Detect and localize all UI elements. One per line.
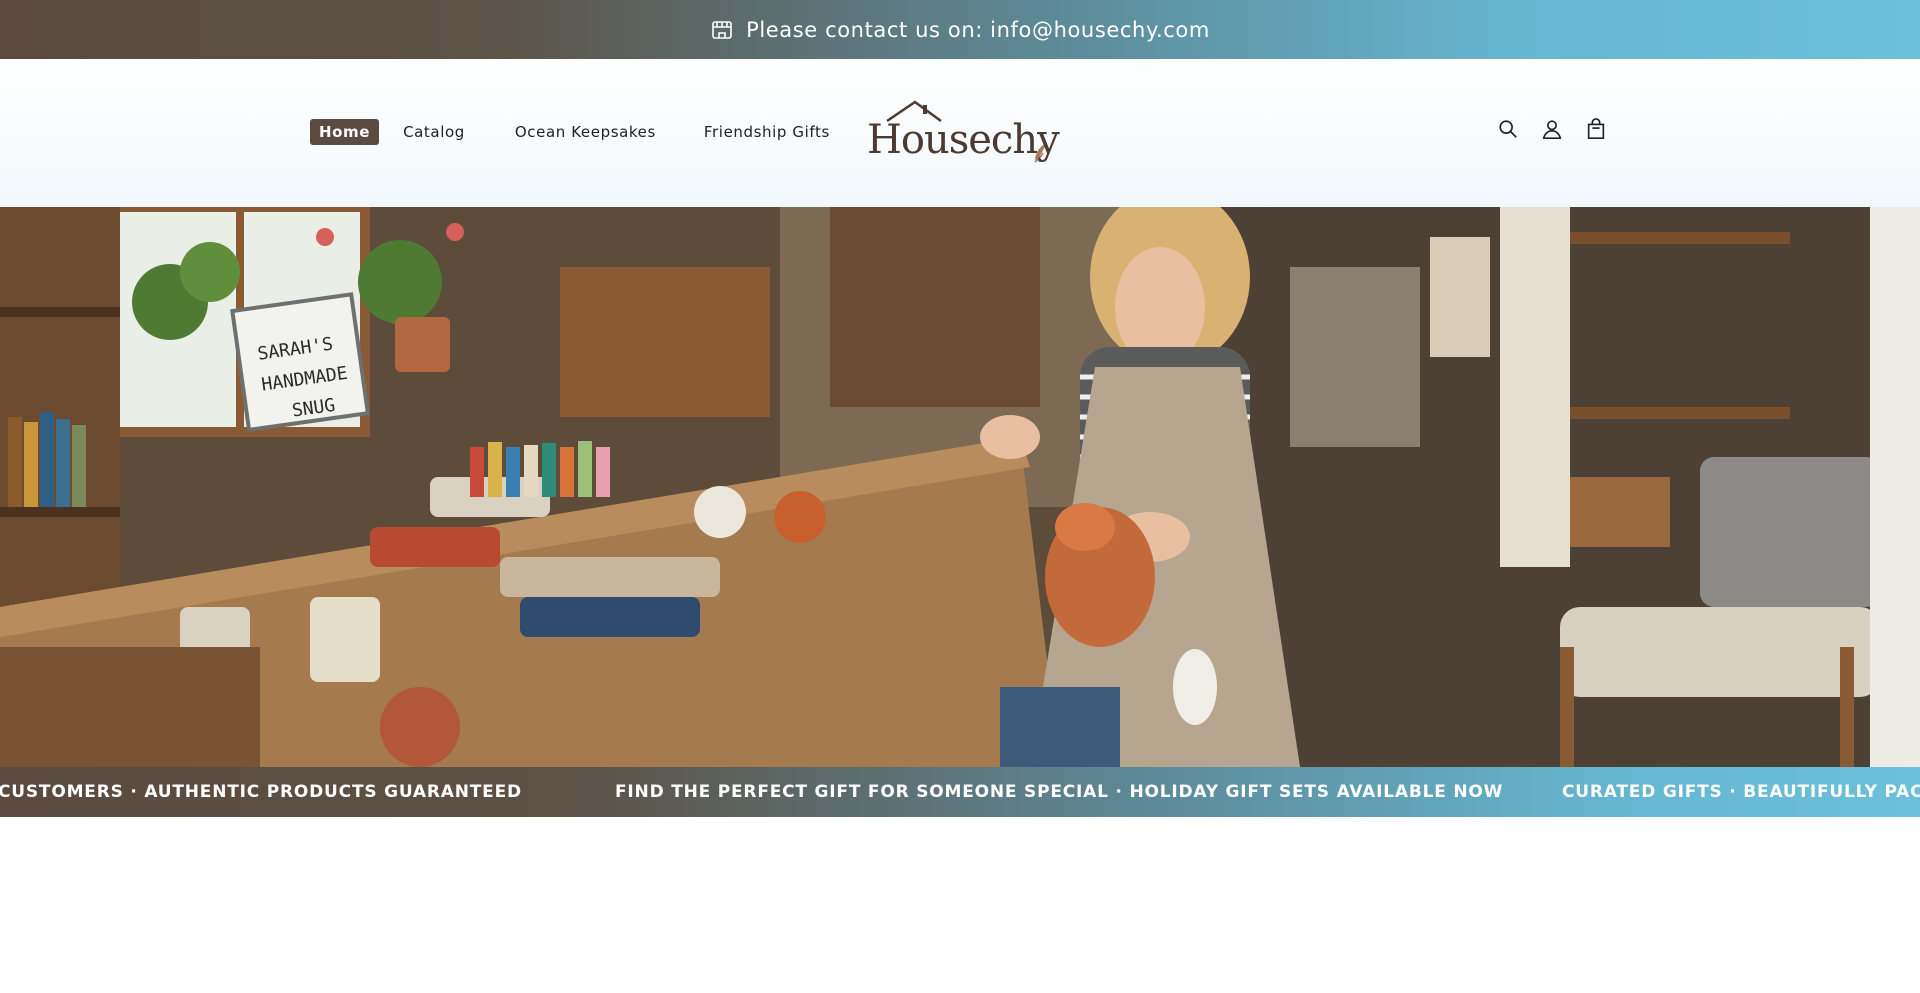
logo-text: Housechy	[867, 117, 1060, 163]
search-icon[interactable]	[1496, 117, 1520, 141]
announcement-text: Please contact us on: info@housechy.com	[746, 17, 1210, 42]
marquee-item: CURATED GIFTS · BEAUTIFULLY PACKA	[1562, 782, 1920, 802]
site-logo[interactable]: Housechy	[865, 99, 1060, 167]
nav-item-home[interactable]: Home	[310, 119, 380, 145]
store-icon	[710, 18, 734, 42]
nav-item-ocean-keepsakes[interactable]: Ocean Keepsakes	[515, 123, 656, 141]
hero-banner-image: SARAH'S HANDMADE SNUG	[0, 207, 1920, 767]
announcement-bar: Please contact us on: info@housechy.com	[0, 0, 1920, 59]
nav-item-friendship-gifts[interactable]: Friendship Gifts	[704, 123, 830, 141]
cart-icon[interactable]	[1584, 117, 1608, 141]
marquee-strip: CUSTOMERS · AUTHENTIC PRODUCTS GUARANTEE…	[0, 767, 1920, 817]
main-nav: Home Catalog Ocean Keepsakes Friendship …	[310, 119, 878, 145]
nav-item-catalog[interactable]: Catalog	[403, 123, 465, 141]
marquee-item: CUSTOMERS · AUTHENTIC PRODUCTS GUARANTEE…	[0, 782, 522, 802]
hero-illustration: SARAH'S HANDMADE SNUG	[0, 207, 1920, 767]
site-header: Home Catalog Ocean Keepsakes Friendship …	[0, 59, 1920, 207]
marquee-item: FIND THE PERFECT GIFT FOR SOMEONE SPECIA…	[615, 782, 1504, 802]
header-actions	[1496, 117, 1608, 141]
account-icon[interactable]	[1540, 117, 1564, 141]
